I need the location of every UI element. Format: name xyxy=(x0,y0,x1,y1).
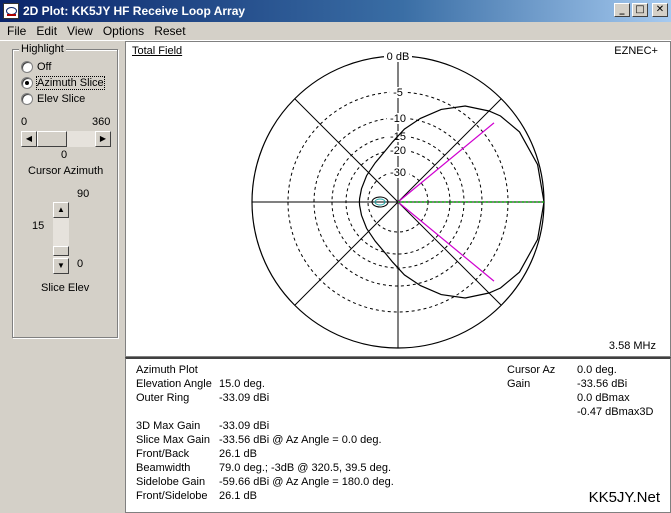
scroll-right-arrow-icon[interactable]: ▶ xyxy=(95,131,111,147)
radio-azimuth-slice[interactable]: Azimuth Slice xyxy=(21,76,105,90)
polar-plot: 0 dB -5 -10 -15 -20 -30 xyxy=(251,51,545,349)
info-label-elevation: Elevation Angle xyxy=(136,378,212,390)
elev-min-label: 0 xyxy=(77,258,84,270)
beamwidth-line-0 xyxy=(397,201,495,282)
ring-label-0: 0 dB xyxy=(387,51,410,63)
radio-elev-slice-dot[interactable] xyxy=(21,93,33,105)
plot-type: Azimuth Plot xyxy=(136,364,198,376)
ring-label-4: -20 xyxy=(390,145,406,157)
menu-reset[interactable]: Reset xyxy=(149,24,190,38)
azimuth-scroll-thumb[interactable] xyxy=(37,131,67,147)
scroll-down-arrow-icon[interactable]: ▼ xyxy=(53,258,69,274)
info-panel: Azimuth Plot Elevation Angle 15.0 deg. O… xyxy=(125,357,671,513)
cursor-dbmax: 0.0 dBmax xyxy=(577,392,630,404)
brand-label: KK5JY.Net xyxy=(588,489,660,506)
azimuth-min-label: 0 xyxy=(21,116,28,128)
info-label-sidelobe-gain: Sidelobe Gain xyxy=(136,476,206,488)
cursor-dbmax3d: -0.47 dBmax3D xyxy=(577,406,654,418)
info-label-front-sidelobe: Front/Sidelobe xyxy=(136,490,208,502)
info-label-3d-max: 3D Max Gain xyxy=(136,420,201,432)
azimuth-value: 0 xyxy=(61,149,68,161)
menu-options[interactable]: Options xyxy=(98,24,149,38)
radio-elev-slice-label[interactable]: Elev Slice xyxy=(37,93,85,105)
info-label-front-back: Front/Back xyxy=(136,448,190,460)
ring-label-3: -15 xyxy=(390,131,406,143)
scroll-up-arrow-icon[interactable]: ▲ xyxy=(53,202,69,218)
menu-file[interactable]: File xyxy=(2,24,31,38)
info-label-slice-max: Slice Max Gain xyxy=(136,434,210,446)
info-value-front-back: 26.1 dB xyxy=(219,448,257,460)
info-label-outer-ring: Outer Ring xyxy=(136,392,190,404)
scroll-left-arrow-icon[interactable]: ◀ xyxy=(21,131,37,147)
radio-elev-slice[interactable]: Elev Slice xyxy=(21,93,85,105)
radio-off-label[interactable]: Off xyxy=(37,61,51,73)
menu-view[interactable]: View xyxy=(62,24,98,38)
radio-off-dot[interactable] xyxy=(21,61,33,73)
info-value-front-sidelobe: 26.1 dB xyxy=(219,490,257,502)
info-value-sidelobe-gain: -59.66 dBi @ Az Angle = 180.0 deg. xyxy=(219,476,394,488)
title-bar: 2D Plot: KK5JY HF Receive Loop Array _ □… xyxy=(0,0,671,22)
elev-scrollbar[interactable]: ▲ ▼ xyxy=(53,202,69,274)
elev-scroll-thumb[interactable] xyxy=(53,246,69,256)
radio-off[interactable]: Off xyxy=(21,61,51,73)
info-value-elevation: 15.0 deg. xyxy=(219,378,265,390)
plot-area[interactable]: Total Field EZNEC+ 0 dB -5 -10 -15 -20 -30 3.… xyxy=(125,41,671,357)
menu-edit[interactable]: Edit xyxy=(31,24,62,38)
app-icon[interactable] xyxy=(3,3,19,19)
radio-azimuth-slice-label[interactable]: Azimuth Slice xyxy=(36,76,105,90)
ring-label-5: -30 xyxy=(390,167,406,179)
azimuth-max-label: 360 xyxy=(92,116,111,128)
info-value-slice-max: -33.56 dBi @ Az Angle = 0.0 deg. xyxy=(219,434,382,446)
cursor-az-value: 0.0 deg. xyxy=(577,364,617,376)
menu-bar: File Edit View Options Reset xyxy=(0,22,671,41)
ring-label-1: -5 xyxy=(393,87,403,99)
close-button[interactable]: ✕ xyxy=(652,3,668,17)
elev-max-label: 90 xyxy=(77,188,90,200)
minimize-button[interactable]: _ xyxy=(614,3,630,17)
frequency-label: 3.58 MHz xyxy=(608,340,656,352)
beamwidth-line-1 xyxy=(397,122,495,203)
cursor-az-label: Cursor Az xyxy=(507,364,556,376)
highlight-group: Highlight Off Azimuth Slice Elev Slice 0… xyxy=(12,43,118,338)
control-panel: Highlight Off Azimuth Slice Elev Slice 0… xyxy=(0,41,124,513)
maximize-button[interactable]: □ xyxy=(632,3,648,17)
elev-value: 15 xyxy=(32,220,45,232)
cursor-gain-value: -33.56 dBi xyxy=(577,378,628,390)
window-title: 2D Plot: KK5JY HF Receive Loop Array xyxy=(23,4,246,18)
elev-caption: Slice Elev xyxy=(41,282,90,294)
cursor-gain-label: Gain xyxy=(507,378,531,390)
info-value-beamwidth: 79.0 deg.; -3dB @ 320.5, 39.5 deg. xyxy=(219,462,392,474)
radio-azimuth-slice-dot[interactable] xyxy=(21,77,33,89)
info-value-outer-ring: -33.09 dBi xyxy=(219,392,270,404)
azimuth-caption: Cursor Azimuth xyxy=(28,165,104,177)
highlight-title: Highlight xyxy=(19,43,66,55)
azimuth-scrollbar[interactable]: ◀ ▶ xyxy=(21,131,111,147)
info-label-beamwidth: Beamwidth xyxy=(136,462,191,474)
info-value-3d-max: -33.09 dBi xyxy=(219,420,270,432)
ring-label-2: -10 xyxy=(390,113,406,125)
